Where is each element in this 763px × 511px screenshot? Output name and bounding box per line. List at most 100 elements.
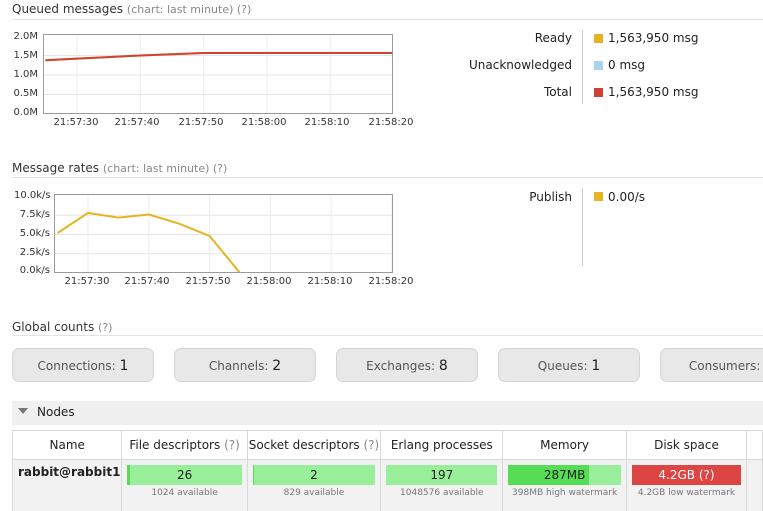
fd-bar: 26 bbox=[127, 465, 242, 485]
global-hint[interactable]: (?) bbox=[98, 321, 112, 334]
nodes-section-header[interactable]: Nodes bbox=[12, 401, 763, 425]
mem-value: 287MB bbox=[543, 468, 586, 482]
queued-title-text: Queued messages bbox=[12, 2, 124, 16]
connections-count-button[interactable]: Connections: 1 bbox=[12, 348, 154, 382]
legend-label-ready: Ready bbox=[534, 31, 572, 45]
queued-messages-title: Queued messages (chart: last minute) (?) bbox=[12, 2, 251, 16]
legend-label-total: Total bbox=[543, 85, 572, 99]
sd-available: 829 available bbox=[283, 488, 345, 498]
nodes-title: Nodes bbox=[37, 405, 75, 419]
sd-bar: 2 bbox=[252, 465, 376, 485]
queued-xtick: 21:58:10 bbox=[304, 117, 350, 128]
consumers-label: Consumers: bbox=[688, 359, 761, 373]
exchanges-value: 8 bbox=[438, 358, 448, 374]
disk-cell: 4.2GB (?) 4.2GB low watermark bbox=[625, 459, 748, 511]
col-memory: Memory bbox=[502, 430, 627, 460]
rates-xtick: 21:57:30 bbox=[64, 276, 110, 287]
col-extra bbox=[746, 430, 763, 460]
col-socket-descriptors: Socket descriptors (?) bbox=[246, 430, 382, 460]
rates-hint[interactable]: (chart: last minute) (?) bbox=[103, 162, 227, 175]
legend-value-unacknowledged: 0 msg bbox=[608, 58, 646, 72]
disk-value[interactable]: 4.2GB (?) bbox=[658, 468, 714, 482]
erl-cell: 197 1048576 available bbox=[380, 459, 504, 511]
channels-value: 2 bbox=[272, 358, 282, 374]
fd-bar-fill bbox=[127, 465, 131, 485]
col-fd-hint[interactable]: (?) bbox=[224, 438, 240, 452]
rates-xtick: 21:58:20 bbox=[368, 276, 414, 287]
queued-messages-chart bbox=[43, 34, 393, 114]
erl-available: 1048576 available bbox=[400, 488, 484, 498]
erl-bar: 197 bbox=[386, 465, 498, 485]
legend-swatch-total bbox=[594, 88, 603, 97]
node-name[interactable]: rabbit@rabbit1 bbox=[18, 465, 120, 479]
consumers-clip: Consumers: 1 bbox=[660, 348, 763, 382]
queued-xtick: 21:58:20 bbox=[368, 117, 414, 128]
sd-cell: 2 829 available bbox=[246, 459, 382, 511]
rates-xtick: 21:58:10 bbox=[307, 276, 353, 287]
global-title-text: Global counts bbox=[12, 320, 95, 334]
sd-value: 2 bbox=[310, 468, 318, 482]
legend-value-publish: 0.00/s bbox=[608, 190, 646, 204]
rates-divider bbox=[12, 177, 763, 178]
col-erlang-processes: Erlang processes bbox=[380, 430, 504, 460]
legend-label-publish: Publish bbox=[529, 190, 572, 204]
queued-divider bbox=[12, 19, 763, 20]
rates-legend-separator bbox=[582, 188, 583, 266]
extra-cell bbox=[746, 459, 763, 511]
legend-swatch-ready bbox=[594, 34, 603, 43]
connections-value: 1 bbox=[119, 358, 129, 374]
rates-ytick: 7.5k/s bbox=[19, 209, 50, 220]
rates-ytick: 0.0k/s bbox=[19, 265, 50, 276]
queued-xtick: 21:57:30 bbox=[53, 117, 99, 128]
chevron-down-icon bbox=[18, 408, 28, 414]
rates-xtick: 21:58:00 bbox=[246, 276, 292, 287]
nodes-table-wrap: Name File descriptors (?) Socket descrip… bbox=[12, 430, 763, 511]
series-line-total bbox=[45, 52, 392, 62]
rates-ytick: 2.5k/s bbox=[19, 247, 50, 258]
erl-value: 197 bbox=[430, 468, 454, 482]
channels-label: Channels: bbox=[208, 359, 269, 373]
table-row[interactable]: rabbit@rabbit1 26 1024 available 2 829 a… bbox=[12, 459, 763, 511]
col-disk-space: Disk space bbox=[625, 430, 748, 460]
message-rates-chart bbox=[54, 194, 393, 273]
fd-value: 26 bbox=[176, 468, 193, 482]
rates-title-text: Message rates bbox=[12, 161, 100, 175]
col-file-descriptors: File descriptors (?) bbox=[121, 430, 248, 460]
message-rates-title: Message rates (chart: last minute) (?) bbox=[12, 161, 227, 175]
legend-swatch-publish bbox=[594, 192, 603, 201]
col-fd-label: File descriptors bbox=[129, 438, 221, 452]
disk-bar: 4.2GB (?) bbox=[631, 465, 742, 485]
queued-legend-separator bbox=[582, 30, 583, 104]
legend-label-unacknowledged: Unacknowledged bbox=[468, 58, 572, 72]
queued-xtick: 21:58:00 bbox=[241, 117, 287, 128]
fd-cell: 26 1024 available bbox=[121, 459, 248, 511]
global-divider bbox=[12, 335, 763, 336]
queued-xtick: 21:57:50 bbox=[178, 117, 224, 128]
queued-ytick: 2.0M bbox=[13, 31, 38, 42]
series-line-publish bbox=[57, 211, 392, 272]
exchanges-count-button[interactable]: Exchanges: 8 bbox=[336, 348, 478, 382]
rates-ytick: 10.0k/s bbox=[14, 190, 51, 201]
queues-value: 1 bbox=[591, 358, 601, 374]
queued-ytick: 0.0M bbox=[13, 107, 38, 118]
queued-xtick: 21:57:40 bbox=[114, 117, 160, 128]
col-name: Name bbox=[12, 430, 123, 460]
node-name-cell: rabbit@rabbit1 bbox=[12, 459, 123, 511]
queued-ytick: 1.5M bbox=[13, 50, 38, 61]
queued-hint[interactable]: (chart: last minute) (?) bbox=[127, 3, 251, 16]
queues-count-button[interactable]: Queues: 1 bbox=[498, 348, 640, 382]
legend-value-total: 1,563,950 msg bbox=[608, 85, 699, 99]
exchanges-label: Exchanges: bbox=[366, 359, 436, 373]
rates-ytick: 5.0k/s bbox=[19, 228, 50, 239]
queues-label: Queues: bbox=[537, 359, 588, 373]
queued-ytick: 0.5M bbox=[13, 88, 38, 99]
rates-xtick: 21:57:40 bbox=[124, 276, 170, 287]
nodes-table: Name File descriptors (?) Socket descrip… bbox=[12, 430, 763, 511]
channels-count-button[interactable]: Channels: 2 bbox=[174, 348, 316, 382]
mem-bar: 287MB bbox=[508, 465, 621, 485]
legend-swatch-unacknowledged bbox=[594, 61, 603, 70]
queued-ytick: 1.0M bbox=[13, 69, 38, 80]
consumers-count-button[interactable]: Consumers: 1 bbox=[660, 348, 763, 382]
mem-cell: 287MB 398MB high watermark bbox=[502, 459, 627, 511]
col-sd-hint[interactable]: (?) bbox=[363, 438, 379, 452]
